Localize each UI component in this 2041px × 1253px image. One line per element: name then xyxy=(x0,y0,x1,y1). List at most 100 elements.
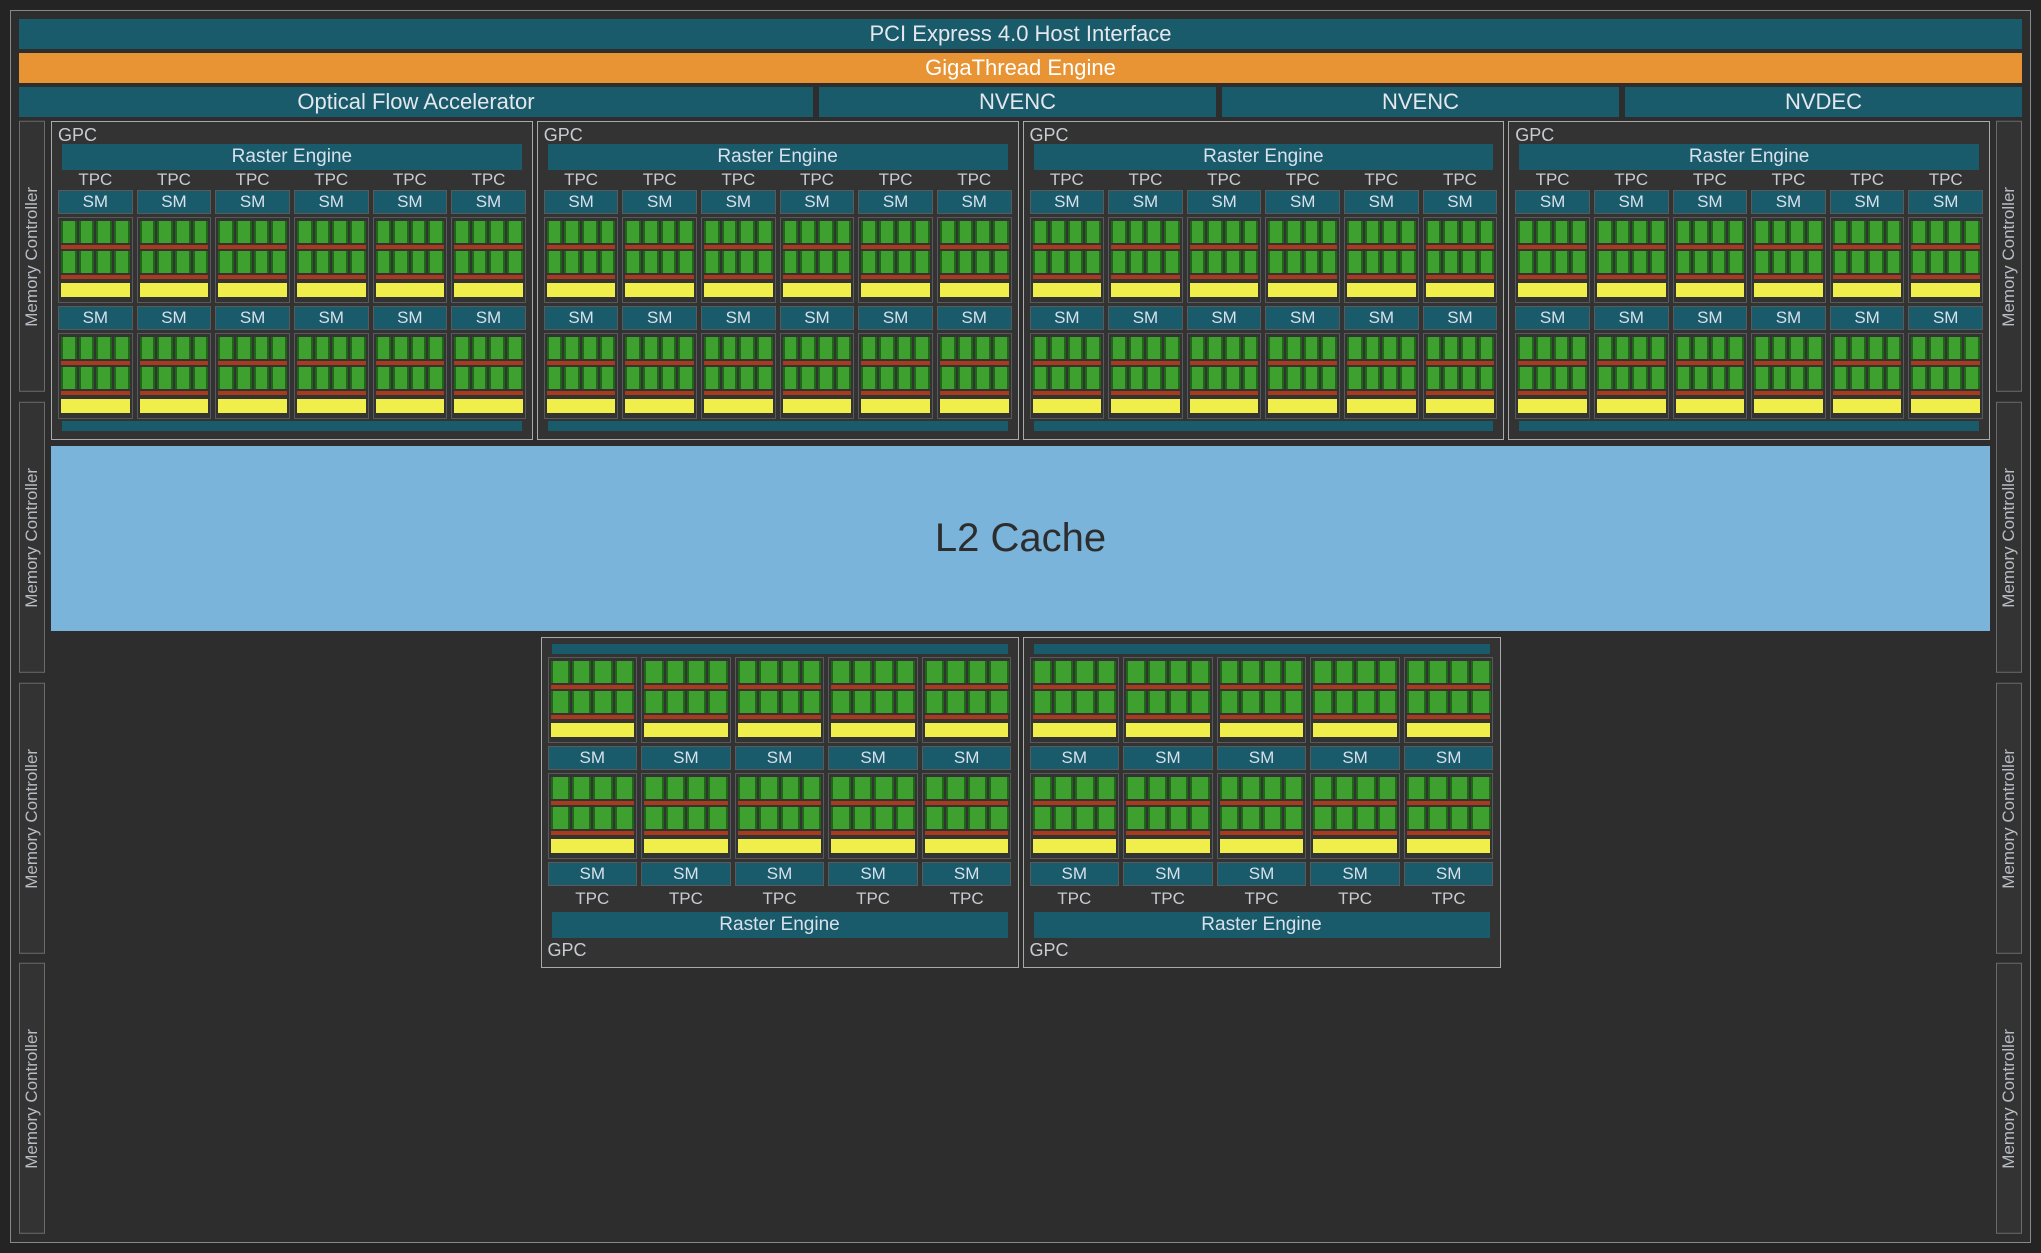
sm-label: SM xyxy=(451,190,526,214)
sm-label: SM xyxy=(548,746,638,770)
sm-label: SM xyxy=(858,306,933,330)
sm-label: SM xyxy=(1423,190,1498,214)
sm-core-block xyxy=(1423,217,1498,303)
tpc-label: TPC xyxy=(701,170,776,190)
tpc-label: TPC xyxy=(1830,170,1905,190)
tpc-column: SMSM xyxy=(1515,190,1590,419)
tpc-label-row: TPCTPCTPCTPCTPCTPC xyxy=(1030,170,1498,190)
sm-core-block xyxy=(1030,217,1105,303)
tpc-label-row: TPCTPCTPCTPCTPCTPC xyxy=(58,170,526,190)
sm-label: SM xyxy=(701,190,776,214)
tpc-label: TPC xyxy=(1187,170,1262,190)
fixed-function-engines-row: Optical Flow Accelerator NVENC NVENC NVD… xyxy=(19,87,2022,117)
memory-controller: Memory Controller xyxy=(1996,402,2022,673)
tpc-column: SMSM xyxy=(735,657,825,886)
sm-label: SM xyxy=(701,306,776,330)
sm-label: SM xyxy=(1908,190,1983,214)
tpc-label: TPC xyxy=(1344,170,1419,190)
sm-label: SM xyxy=(1187,306,1262,330)
tpc-label: TPC xyxy=(1751,170,1826,190)
sm-label: SM xyxy=(1108,190,1183,214)
sm-label: SM xyxy=(137,306,212,330)
tpc-label: TPC xyxy=(858,170,933,190)
tpc-label: TPC xyxy=(735,889,825,909)
raster-engine: Raster Engine xyxy=(548,144,1008,170)
tpc-label: TPC xyxy=(828,889,918,909)
tpc-label-row: TPCTPCTPCTPCTPC xyxy=(1030,889,1494,909)
sm-label: SM xyxy=(137,190,212,214)
tpc-column: SMSM xyxy=(294,190,369,419)
gpc-label: GPC xyxy=(58,126,526,144)
tpc-column: SM SM xyxy=(1908,190,1983,419)
sm-core-block xyxy=(701,333,776,419)
tpc-label: TPC xyxy=(922,889,1012,909)
memory-controller: Memory Controller xyxy=(19,683,45,954)
sm-core-block xyxy=(828,657,918,743)
tpc-column: SMSM xyxy=(1030,190,1105,419)
tpc-label: TPC xyxy=(780,170,855,190)
sm-label: SM xyxy=(1344,190,1419,214)
tpc-label-row: TPCTPCTPCTPCTPC xyxy=(548,889,1012,909)
sm-label: SM xyxy=(922,746,1012,770)
sm-core-block xyxy=(1404,773,1494,859)
sm-core-block xyxy=(451,333,526,419)
sm-core-block xyxy=(1217,773,1307,859)
sm-core-block xyxy=(544,217,619,303)
tpc-label: TPC xyxy=(1217,889,1307,909)
tpc-label: TPC xyxy=(1030,889,1120,909)
tpc-column: SMSM xyxy=(373,190,448,419)
sm-label: SM xyxy=(1673,306,1748,330)
tpc-label: TPC xyxy=(451,170,526,190)
tpc-label: TPC xyxy=(641,889,731,909)
sm-core-block xyxy=(641,773,731,859)
sm-core-block xyxy=(1515,217,1590,303)
tpc-label: TPC xyxy=(137,170,212,190)
sm-label: SM xyxy=(294,190,369,214)
tpc-label: TPC xyxy=(548,889,638,909)
tpc-label: TPC xyxy=(1594,170,1669,190)
sm-core-block xyxy=(1344,333,1419,419)
sm-core-block xyxy=(1123,773,1213,859)
sm-label: SM xyxy=(1908,306,1983,330)
rop-strip xyxy=(1034,421,1494,431)
sm-label: SM xyxy=(1265,306,1340,330)
optical-flow-accelerator: Optical Flow Accelerator xyxy=(19,87,813,117)
tpc-column: SMSM xyxy=(548,657,638,886)
sm-core-block xyxy=(1108,217,1183,303)
memory-controller: Memory Controller xyxy=(1996,963,2022,1234)
sm-label: SM xyxy=(1030,746,1120,770)
gpc-block: GPCRaster EngineTPCTPCTPCTPCTPCTPCSMSMSM… xyxy=(537,121,1019,440)
sm-core-block xyxy=(1310,657,1400,743)
sm-core-block xyxy=(1404,657,1494,743)
tpc-label: TPC xyxy=(1265,170,1340,190)
sm-label: SM xyxy=(1123,862,1213,886)
sm-core-block xyxy=(1310,773,1400,859)
gpc-block: GPCRaster EngineTPCTPCTPCTPCTPCTPCSMSMSM… xyxy=(51,121,533,440)
tpc-column: SMSM xyxy=(780,190,855,419)
memory-controller: Memory Controller xyxy=(1996,683,2022,954)
sm-core-block xyxy=(137,333,212,419)
sm-label: SM xyxy=(1404,746,1494,770)
sm-label: SM xyxy=(215,190,290,214)
sm-core-block xyxy=(622,217,697,303)
tpc-label: TPC xyxy=(1673,170,1748,190)
sm-core-block xyxy=(1830,333,1905,419)
sm-label: SM xyxy=(622,190,697,214)
nvenc-block-1: NVENC xyxy=(819,87,1216,117)
rop-strip xyxy=(552,644,1008,654)
sm-core-block xyxy=(922,657,1012,743)
tpc-label: TPC xyxy=(1030,170,1105,190)
sm-grid: SMSMSMSMSMSMSMSMSMSM xyxy=(548,657,1012,886)
sm-label: SM xyxy=(641,862,731,886)
sm-core-block xyxy=(451,217,526,303)
sm-label: SM xyxy=(58,306,133,330)
nvenc-block-2: NVENC xyxy=(1222,87,1619,117)
gpc-label: GPC xyxy=(1515,126,1983,144)
tpc-column: SMSM xyxy=(1423,190,1498,419)
memory-controller: Memory Controller xyxy=(19,121,45,392)
sm-label: SM xyxy=(641,746,731,770)
tpc-column: SMSM xyxy=(1404,657,1494,886)
memory-controller: Memory Controller xyxy=(1996,121,2022,392)
sm-label: SM xyxy=(1594,306,1669,330)
sm-label: SM xyxy=(1108,306,1183,330)
